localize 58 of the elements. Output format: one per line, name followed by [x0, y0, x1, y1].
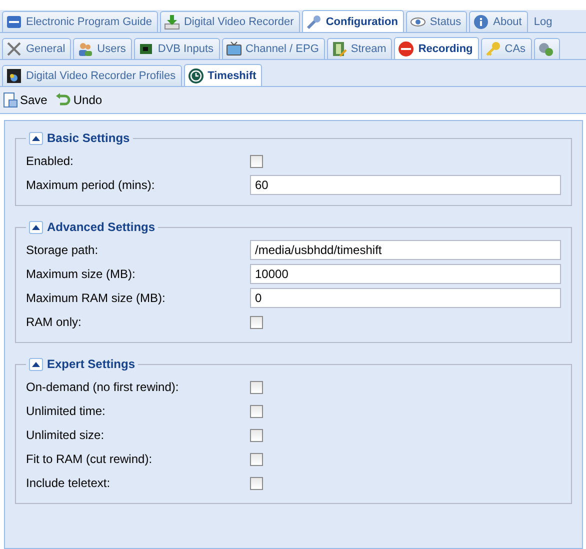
- field-label: Storage path:: [26, 243, 100, 257]
- wrench-icon: [306, 14, 322, 30]
- field-label: On-demand (no first rewind):: [26, 380, 180, 394]
- toolbar-button[interactable]: Save: [2, 92, 48, 108]
- checkbox[interactable]: [250, 316, 263, 328]
- undo-icon: [55, 92, 72, 108]
- group-title: Basic Settings: [47, 131, 130, 145]
- tv-icon: [226, 41, 242, 57]
- collapse-toggle[interactable]: [29, 358, 43, 370]
- toolbar-button[interactable]: Undo: [55, 92, 102, 108]
- circuit-board-icon: [138, 41, 154, 57]
- tab[interactable]: Users: [73, 38, 132, 59]
- info-icon: [473, 14, 490, 30]
- checkbox[interactable]: [250, 154, 263, 168]
- input-field[interactable]: 60: [250, 175, 561, 195]
- tab[interactable]: [534, 38, 560, 59]
- clock-icon: [188, 68, 204, 84]
- field-label: Unlimited size:: [26, 428, 106, 442]
- checkbox[interactable]: [250, 380, 263, 394]
- tab[interactable]: CAs: [480, 38, 532, 59]
- tab[interactable]: Status: [406, 11, 468, 32]
- tab[interactable]: Digital Video Recorder: [160, 11, 300, 32]
- tab[interactable]: DVB Inputs: [134, 38, 220, 59]
- checkbox[interactable]: [250, 428, 263, 442]
- log-link[interactable]: Log: [530, 11, 554, 32]
- input-field[interactable]: /media/usbhdd/timeshift: [250, 240, 561, 260]
- checkbox[interactable]: [250, 452, 263, 466]
- field-label: Unlimited time:: [26, 404, 106, 418]
- tab[interactable]: Electronic Program Guide: [2, 11, 158, 32]
- tab[interactable]: About: [469, 11, 528, 32]
- field-label: RAM only:: [26, 315, 82, 329]
- checkbox[interactable]: [250, 476, 263, 490]
- field-label: Fit to RAM (cut rewind):: [26, 452, 154, 466]
- field-label: Maximum RAM size (MB):: [26, 291, 166, 305]
- tab[interactable]: Stream: [326, 38, 392, 59]
- collapse-toggle[interactable]: [29, 220, 43, 234]
- triangle-icon: [32, 362, 40, 366]
- checkbox[interactable]: [250, 404, 263, 418]
- field-label: Maximum period (mins):: [26, 178, 156, 192]
- triangle-icon: [32, 136, 40, 140]
- users-icon: [77, 41, 94, 57]
- tab[interactable]: General: [2, 38, 72, 59]
- input-field[interactable]: 0: [250, 288, 561, 308]
- triangle-icon: [32, 224, 40, 230]
- field-label: Enabled:: [26, 154, 74, 168]
- tab[interactable]: Digital Video Recorder Profiles: [2, 65, 182, 86]
- tab[interactable]: Timeshift: [184, 64, 262, 86]
- collapse-toggle[interactable]: [29, 132, 43, 144]
- tab[interactable]: Recording: [394, 37, 479, 59]
- group-title: Advanced Settings: [47, 220, 156, 234]
- field-label: Maximum size (MB):: [26, 267, 136, 281]
- key-icon: [484, 41, 501, 57]
- download-icon: [164, 14, 180, 30]
- tab[interactable]: Channel / EPG: [222, 38, 325, 59]
- tab[interactable]: Configuration: [302, 10, 404, 32]
- input-field[interactable]: 10000: [250, 264, 561, 284]
- group-title: Expert Settings: [47, 357, 136, 371]
- field-label: Include teletext:: [26, 476, 112, 490]
